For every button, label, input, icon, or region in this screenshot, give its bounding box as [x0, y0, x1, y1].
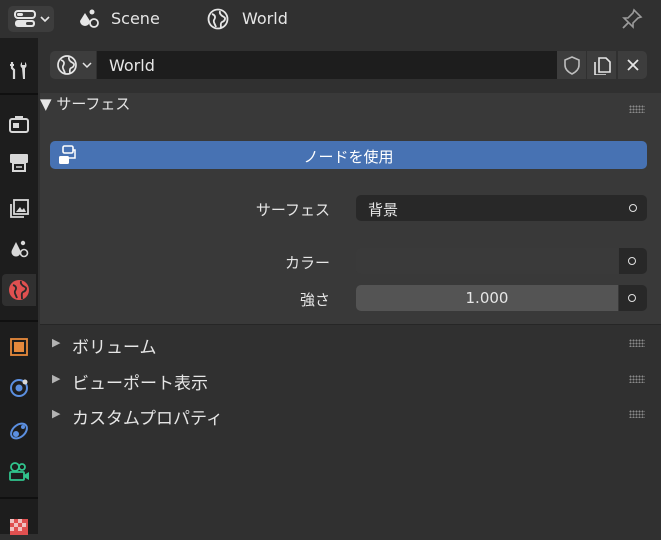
pin-icon[interactable] — [620, 7, 644, 31]
tab-data[interactable] — [2, 456, 36, 488]
drag-handle-icon[interactable] — [629, 375, 645, 383]
tab-texture[interactable] — [2, 508, 36, 540]
duplicate-world-button[interactable] — [587, 51, 616, 79]
tab-output[interactable] — [2, 146, 36, 178]
world-icon — [9, 280, 29, 300]
panel-surface-title: サーフェス — [56, 95, 131, 113]
breadcrumb-world: World — [242, 9, 288, 28]
world-icon — [57, 55, 77, 75]
drag-handle-icon[interactable] — [629, 339, 645, 347]
chevron-down-icon — [82, 62, 92, 69]
physics-icon — [10, 379, 28, 397]
editor-type-dropdown[interactable] — [8, 6, 54, 32]
drag-handle-icon[interactable] — [629, 105, 645, 113]
color-link-button[interactable] — [619, 248, 647, 274]
surface-shader-value: 背景 — [368, 201, 399, 219]
use-nodes-label: ノードを使用 — [303, 148, 394, 166]
world-browse-button[interactable] — [50, 51, 96, 79]
tab-tool[interactable] — [2, 54, 36, 86]
collapsed-triangle-icon: ▶ — [52, 336, 61, 349]
tab-constraints[interactable] — [2, 415, 36, 447]
properties-editor-icon — [14, 10, 36, 27]
panel-surface-header[interactable]: ▼ サーフェス — [40, 93, 661, 128]
tab-object[interactable] — [2, 331, 36, 363]
tab-world[interactable] — [2, 274, 36, 306]
breadcrumb-scene: Scene — [111, 9, 160, 28]
panel-viewport-header[interactable]: ▶ ビューポート表示 — [40, 363, 661, 397]
collapsed-triangle-icon: ▶ — [52, 372, 61, 385]
checker-icon — [10, 519, 28, 535]
panel-custom-properties-title: カスタムプロパティ — [72, 409, 223, 429]
tab-view-layer[interactable] — [2, 193, 36, 225]
strength-value: 1.000 — [465, 289, 509, 307]
tab-render[interactable] — [2, 108, 36, 140]
shield-icon — [563, 56, 580, 75]
tab-separator — [0, 497, 38, 499]
panel-divider — [40, 324, 661, 325]
socket-link-icon — [628, 257, 636, 265]
scene-icon — [80, 9, 99, 28]
unlink-world-button[interactable] — [618, 51, 647, 79]
constraint-icon — [10, 422, 28, 440]
duplicate-icon — [593, 57, 611, 75]
image-stack-icon — [10, 199, 29, 218]
panel-custom-properties-header[interactable]: ▶ カスタムプロパティ — [40, 398, 661, 432]
strength-field[interactable]: 1.000 — [356, 285, 618, 311]
wrench-screwdriver-icon — [10, 62, 27, 79]
surface-shader-label: サーフェス — [255, 201, 330, 219]
socket-link-icon[interactable] — [629, 204, 637, 212]
use-nodes-button[interactable]: ノードを使用 — [50, 141, 647, 169]
color-label: カラー — [284, 254, 330, 272]
socket-link-icon — [628, 294, 636, 302]
panel-volume-title: ボリューム — [72, 338, 157, 358]
tab-separator — [0, 320, 38, 322]
object-square-icon — [10, 338, 28, 356]
printer-icon — [10, 154, 28, 172]
chevron-down-icon — [40, 16, 50, 23]
drag-handle-icon[interactable] — [629, 410, 645, 418]
surface-shader-field[interactable]: 背景 — [356, 195, 647, 221]
fake-user-button[interactable] — [557, 51, 586, 79]
camera-back-icon — [9, 116, 29, 133]
strength-label: 強さ — [299, 291, 330, 309]
panel-volume-header[interactable]: ▶ ボリューム — [40, 327, 661, 361]
tab-scene[interactable] — [2, 233, 36, 265]
expand-triangle-icon: ▼ — [40, 95, 52, 113]
scene-icon — [11, 240, 29, 258]
tab-separator — [0, 93, 38, 95]
strength-link-button[interactable] — [619, 285, 647, 311]
world-name-value: World — [109, 56, 155, 75]
panel-viewport-title: ビューポート表示 — [72, 374, 208, 394]
close-icon — [626, 59, 639, 71]
color-swatch[interactable] — [356, 248, 618, 274]
world-name-field[interactable]: World — [97, 51, 557, 79]
tab-physics[interactable] — [2, 372, 36, 404]
camera-data-icon — [9, 462, 29, 481]
collapsed-triangle-icon: ▶ — [52, 407, 61, 420]
world-icon — [207, 8, 229, 30]
